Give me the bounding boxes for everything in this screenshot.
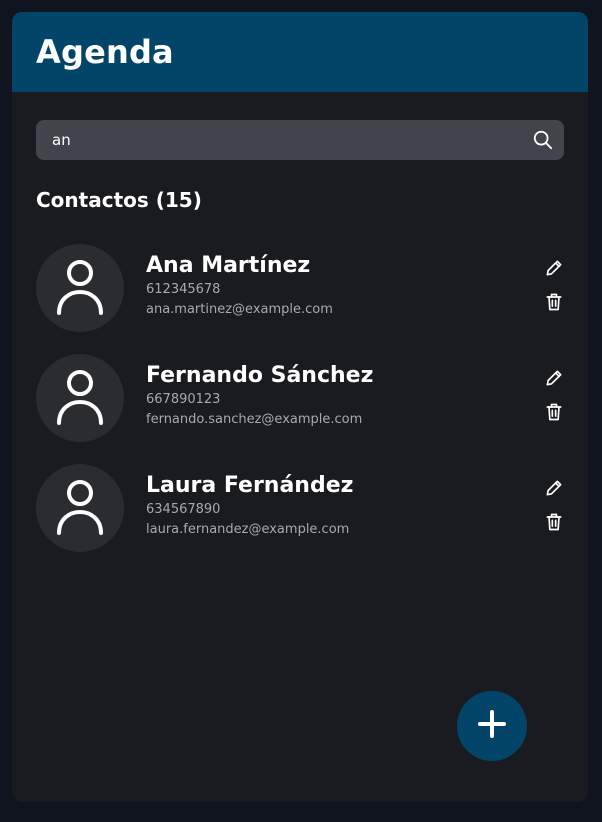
trash-icon[interactable] — [544, 512, 564, 532]
add-contact-button[interactable] — [457, 691, 527, 761]
user-icon — [55, 367, 105, 429]
contact-phone: 667890123 — [146, 392, 221, 407]
contact-info: Laura Fernández 634567890 laura.fernande… — [146, 472, 353, 540]
contact-item[interactable]: Ana Martínez 612345678 ana.martinez@exam… — [36, 244, 564, 332]
contact-info: Fernando Sánchez 667890123 fernando.sanc… — [146, 362, 373, 430]
search-icon[interactable] — [530, 127, 556, 153]
contact-actions — [544, 368, 564, 436]
user-icon — [55, 477, 105, 539]
search-bar — [36, 120, 564, 160]
contact-actions — [544, 258, 564, 326]
pencil-icon[interactable] — [544, 368, 564, 388]
contact-email: ana.martinez@example.com — [146, 302, 333, 317]
contact-email: laura.fernandez@example.com — [146, 522, 350, 537]
contact-info: Ana Martínez 612345678 ana.martinez@exam… — [146, 252, 333, 320]
trash-icon[interactable] — [544, 292, 564, 312]
user-icon — [55, 257, 105, 319]
contact-item[interactable]: Laura Fernández 634567890 laura.fernande… — [36, 464, 564, 552]
agenda-app: Agenda Contactos (15) Ana Martínez 61234… — [12, 12, 588, 802]
contact-name: Laura Fernández — [146, 473, 354, 498]
pencil-icon[interactable] — [544, 258, 564, 278]
contact-name: Ana Martínez — [146, 253, 311, 278]
contact-actions — [544, 478, 564, 546]
avatar — [36, 244, 124, 332]
trash-icon[interactable] — [544, 402, 564, 422]
contact-name: Fernando Sánchez — [146, 363, 374, 388]
contact-item[interactable]: Fernando Sánchez 667890123 fernando.sanc… — [36, 354, 564, 442]
avatar — [36, 464, 124, 552]
search-input[interactable] — [36, 120, 516, 160]
contact-phone: 634567890 — [146, 502, 221, 517]
app-title: Agenda — [36, 33, 174, 71]
plus-icon — [477, 709, 507, 743]
contact-email: fernando.sanchez@example.com — [146, 412, 363, 427]
contacts-heading: Contactos (15) — [36, 188, 202, 212]
pencil-icon[interactable] — [544, 478, 564, 498]
app-header: Agenda — [12, 12, 588, 92]
avatar — [36, 354, 124, 442]
contact-phone: 612345678 — [146, 282, 221, 297]
